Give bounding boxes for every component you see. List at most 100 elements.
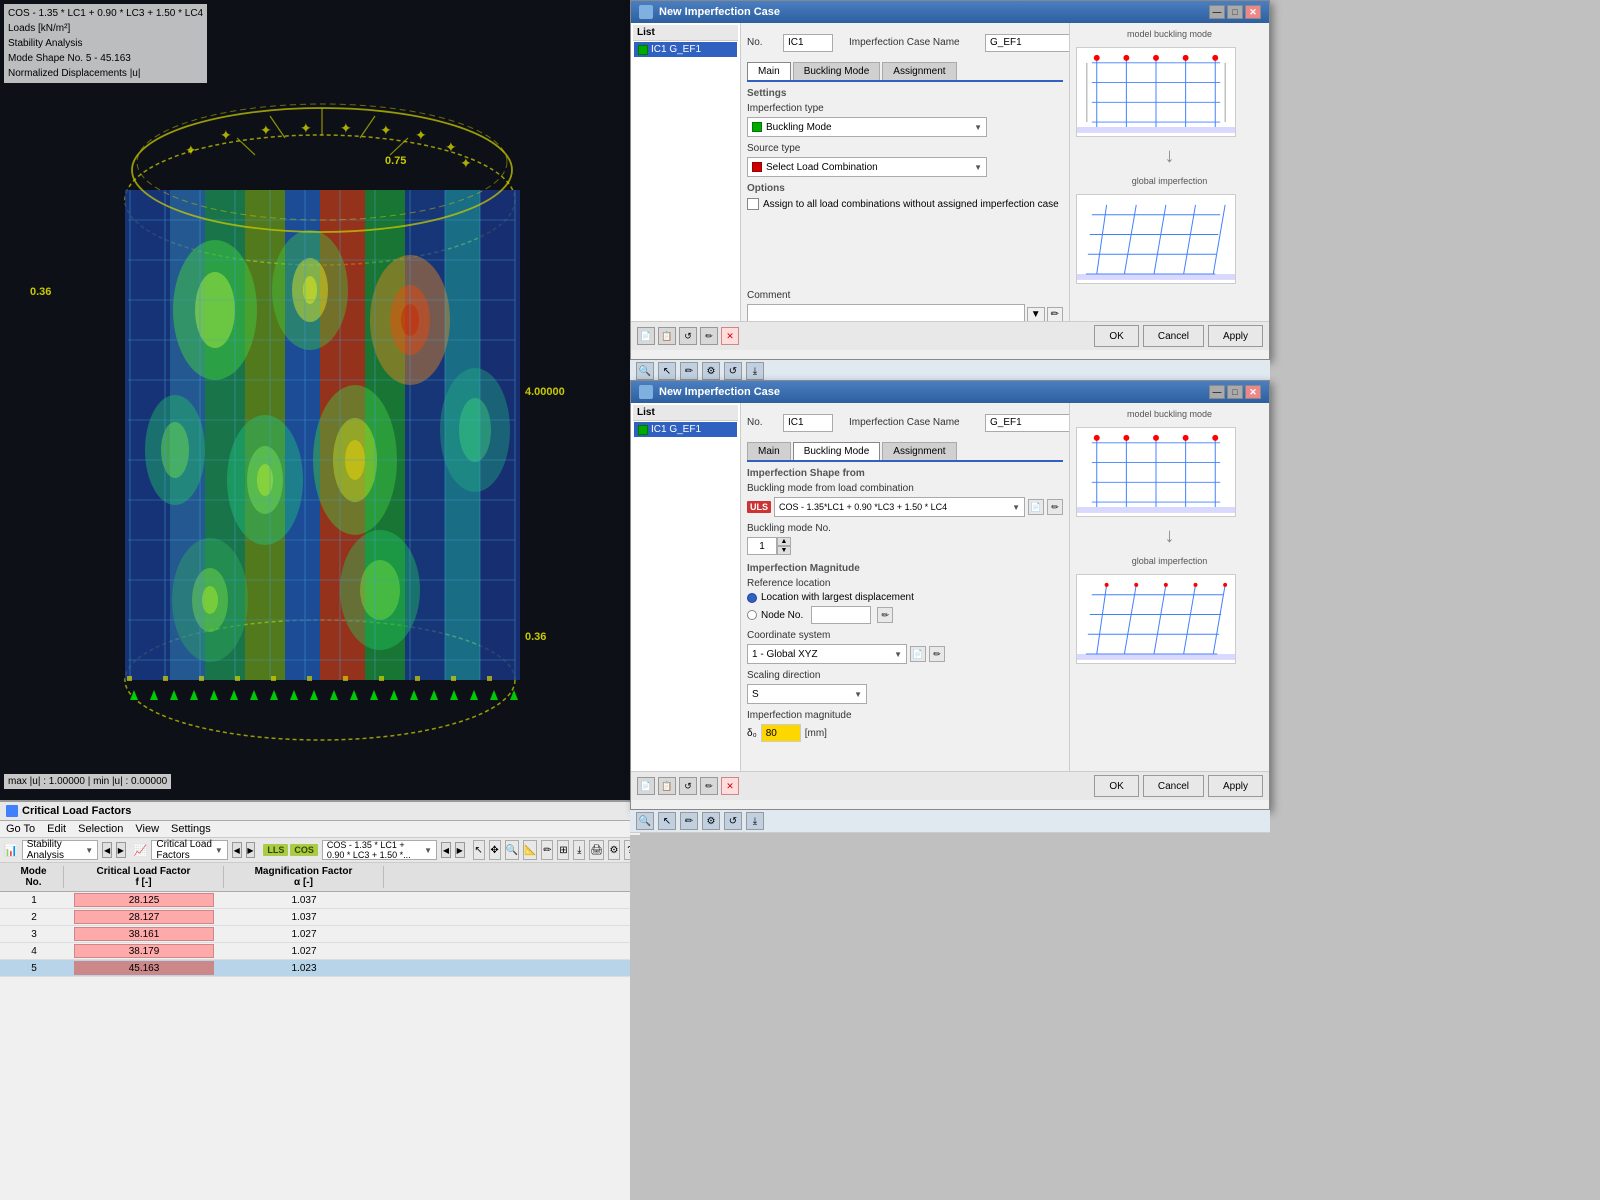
results-next-btn[interactable]: ▶ (246, 842, 256, 858)
menu-view[interactable]: View (135, 823, 159, 835)
dialog1-cancel-btn[interactable]: Cancel (1143, 325, 1204, 347)
dialog1-ok-btn[interactable]: OK (1094, 325, 1138, 347)
filter-icon[interactable]: ⊞ (557, 840, 569, 860)
radio-location-selected[interactable] (747, 593, 757, 603)
pencil-icon[interactable]: ✏ (541, 840, 553, 860)
dialog2-apply-btn[interactable]: Apply (1208, 775, 1263, 797)
settings-icon2[interactable]: ⚙ (608, 840, 620, 860)
dialog2-maximize-btn[interactable]: □ (1227, 385, 1243, 399)
cos-next-btn[interactable]: ▶ (455, 842, 465, 858)
dialog2-lc-btn1[interactable]: 📄 (1028, 499, 1044, 515)
table-row[interactable]: 4 38.179 1.027 (0, 943, 640, 960)
menu-settings[interactable]: Settings (171, 823, 211, 835)
dialog1-close-btn[interactable]: ✕ (1245, 5, 1261, 19)
dialog1-nav-refresh[interactable]: ↺ (724, 362, 742, 380)
table-row[interactable]: 2 28.127 1.037 (0, 909, 640, 926)
dialog1-name-input[interactable] (985, 34, 1069, 52)
dialog1-minimize-btn[interactable]: — (1209, 5, 1225, 19)
dialog1-copy-btn[interactable]: 📋 (658, 327, 676, 345)
print-icon[interactable]: 🖨 (589, 840, 604, 860)
measure-icon[interactable]: 📐 (523, 840, 537, 860)
dialog1-nav-search[interactable]: 🔍 (636, 362, 654, 380)
dialog2-no-input[interactable] (783, 414, 833, 432)
dialog2-lc-dropdown[interactable]: COS - 1.35*LC1 + 0.90 *LC3 + 1.50 * LC4 … (774, 497, 1025, 517)
dialog2-titlebar[interactable]: New Imperfection Case — □ ✕ (631, 381, 1269, 403)
move-icon[interactable]: ✥ (489, 840, 501, 860)
dialog1-tab-main[interactable]: Main (747, 62, 791, 80)
dialog1-comment-expand[interactable]: ▼ (1027, 307, 1045, 322)
dialog2-lc-btn2[interactable]: ✏ (1047, 499, 1063, 515)
dialog1-titlebar[interactable]: New Imperfection Case — □ ✕ (631, 1, 1269, 23)
dialog2-ok-btn[interactable]: OK (1094, 775, 1138, 797)
dialog1-refresh-btn[interactable]: ↺ (679, 327, 697, 345)
table-row[interactable]: 3 38.161 1.027 (0, 926, 640, 943)
dialog2-tab-assignment[interactable]: Assignment (882, 442, 956, 460)
dialog1-imperfection-dropdown[interactable]: Buckling Mode ▼ (747, 117, 987, 137)
results-dropdown[interactable]: Critical Load Factors ▼ (151, 840, 227, 860)
dialog2-coord-btn1[interactable]: 📄 (910, 646, 926, 662)
dialog2-name-input[interactable] (985, 414, 1069, 432)
dialog1-no-input[interactable] (783, 34, 833, 52)
dialog1-edit-btn[interactable]: ✏ (700, 327, 718, 345)
dialog1-maximize-btn[interactable]: □ (1227, 5, 1243, 19)
dialog2-stepper-up[interactable]: ▲ (777, 537, 791, 546)
menu-goto[interactable]: Go To (6, 823, 35, 835)
dialog1-delete-btn[interactable]: ✕ (721, 327, 739, 345)
dialog2-no-label: No. (747, 417, 777, 428)
dialog1-apply-btn[interactable]: Apply (1208, 325, 1263, 347)
dialog1-nav-settings[interactable]: ⚙ (702, 362, 720, 380)
cos-formula-dropdown[interactable]: COS - 1.35 * LC1 + 0.90 * LC3 + 1.50 *..… (322, 840, 437, 860)
zoom-icon[interactable]: 🔍 (505, 840, 519, 860)
cursor-icon[interactable]: ↖ (473, 840, 485, 860)
dialog2-stepper-down[interactable]: ▼ (777, 546, 791, 555)
analysis-dropdown[interactable]: Stability Analysis ▼ (22, 840, 98, 860)
dialog2-edit-btn[interactable]: ✏ (700, 777, 718, 795)
dialog1-list-item[interactable]: IC1 G_EF1 (634, 42, 737, 57)
dialog2-node-input[interactable] (811, 606, 871, 624)
dialog2-nav-refresh[interactable]: ↺ (724, 812, 742, 830)
export-icon[interactable]: ⤓ (573, 840, 585, 860)
results-icon: 📈 (134, 844, 148, 857)
dialog2-cancel-btn[interactable]: Cancel (1143, 775, 1204, 797)
dialog1-tab-assignment[interactable]: Assignment (882, 62, 956, 80)
dialog2-scaling-dropdown[interactable]: S ▼ (747, 684, 867, 704)
cos-prev-btn[interactable]: ◀ (441, 842, 451, 858)
results-prev-btn[interactable]: ◀ (232, 842, 242, 858)
analysis-next-btn[interactable]: ▶ (116, 842, 126, 858)
dialog1-new-btn[interactable]: 📄 (637, 327, 655, 345)
dialog2-delete-btn[interactable]: ✕ (721, 777, 739, 795)
dialog2-nav-export[interactable]: ⤓ (746, 812, 764, 830)
menu-edit[interactable]: Edit (47, 823, 66, 835)
dialog1-source-dropdown[interactable]: Select Load Combination ▼ (747, 157, 987, 177)
dialog2-close-btn[interactable]: ✕ (1245, 385, 1261, 399)
dialog2-minimize-btn[interactable]: — (1209, 385, 1225, 399)
dialog2-tab-buckling[interactable]: Buckling Mode (793, 442, 881, 460)
analysis-prev-btn[interactable]: ◀ (102, 842, 112, 858)
table-row-selected[interactable]: 5 45.163 1.023 (0, 960, 640, 977)
dialog1-tab-buckling[interactable]: Buckling Mode (793, 62, 881, 80)
dialog2-nav-cursor[interactable]: ↖ (658, 812, 676, 830)
menu-selection[interactable]: Selection (78, 823, 123, 835)
dialog1-comment-edit[interactable]: ✏ (1047, 307, 1063, 322)
dialog2-refresh-btn[interactable]: ↺ (679, 777, 697, 795)
dialog2-nav-edit[interactable]: ✏ (680, 812, 698, 830)
dialog2-coord-dropdown[interactable]: 1 - Global XYZ ▼ (747, 644, 907, 664)
dialog1-nav-cursor[interactable]: ↖ (658, 362, 676, 380)
radio-node[interactable] (747, 610, 757, 620)
dialog2-coord-btn2[interactable]: ✏ (929, 646, 945, 662)
dialog2-list-item[interactable]: IC1 G_EF1 (634, 422, 737, 437)
dialog2-new-btn[interactable]: 📄 (637, 777, 655, 795)
dialog2-tab-main[interactable]: Main (747, 442, 791, 460)
dialog1-nav-export[interactable]: ⤓ (746, 362, 764, 380)
dialog2-nav-search[interactable]: 🔍 (636, 812, 654, 830)
dialog2-mode-no-input[interactable] (747, 537, 777, 555)
dialog1-nav-edit[interactable]: ✏ (680, 362, 698, 380)
dialog2-magnitude-input[interactable] (761, 724, 801, 742)
dialog2-copy-btn[interactable]: 📋 (658, 777, 676, 795)
dialog2-node-edit-btn[interactable]: ✏ (877, 607, 893, 623)
dialog2-list-panel: List IC1 G_EF1 (631, 403, 741, 771)
table-row[interactable]: 1 28.125 1.037 (0, 892, 640, 909)
dialog1-comment-input[interactable] (747, 304, 1025, 321)
dialog1-checkbox[interactable] (747, 198, 759, 210)
dialog2-nav-settings[interactable]: ⚙ (702, 812, 720, 830)
